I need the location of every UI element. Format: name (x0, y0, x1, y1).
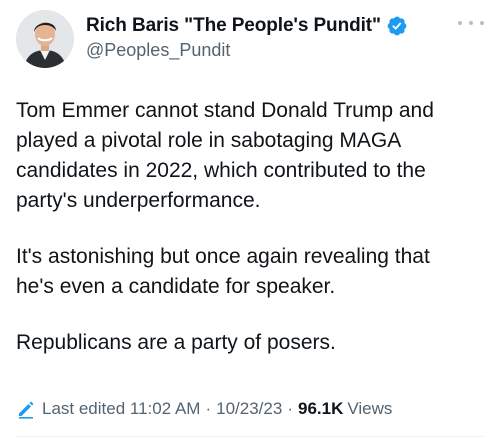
views-count[interactable]: 96.1K (298, 399, 343, 419)
text-line: Tom Emmer cannot stand Donald Trump and (16, 99, 434, 122)
avatar-portrait-icon (16, 10, 74, 68)
more-dot (469, 21, 473, 25)
text-line: Republicans are a party of posers. (16, 331, 336, 354)
text-line: he's even a candidate for speaker. (16, 275, 336, 298)
verified-badge-icon[interactable] (386, 15, 408, 37)
text-line: candidates in 2022, which contributed to… (16, 159, 426, 182)
avatar[interactable] (16, 10, 74, 68)
tweet-paragraph: Tom Emmer cannot stand Donald Trump and … (16, 96, 486, 216)
tweet-text: Tom Emmer cannot stand Donald Trump and … (16, 96, 486, 358)
tweet-card: Rich Baris "The People's Pundit" @People… (0, 0, 500, 438)
more-dot (458, 21, 462, 25)
tweet-paragraph: Republicans are a party of posers. (16, 328, 486, 358)
tweet-date[interactable]: 10/23/23 (216, 399, 282, 419)
pencil-icon[interactable] (16, 399, 36, 419)
display-name[interactable]: Rich Baris "The People's Pundit" (86, 15, 381, 37)
separator-dot: · (287, 399, 293, 418)
text-line: party's underperformance. (16, 189, 261, 212)
separator-dot: · (205, 399, 212, 418)
display-name-row: Rich Baris "The People's Pundit" (86, 14, 408, 38)
tweet-header: Rich Baris "The People's Pundit" @People… (16, 10, 484, 70)
more-dot (480, 21, 484, 25)
text-line: It's astonishing but once again revealin… (16, 245, 430, 268)
divider (16, 436, 484, 437)
views-label: Views (347, 399, 393, 418)
tweet-meta: Last edited 11:02 AM · 10/23/23 · 96.1K … (16, 397, 392, 421)
author-names: Rich Baris "The People's Pundit" @People… (86, 14, 408, 61)
last-edited-link[interactable]: Last edited 11:02 AM (42, 399, 200, 419)
tweet-paragraph: It's astonishing but once again revealin… (16, 242, 486, 302)
more-options-icon[interactable] (458, 16, 484, 30)
author-handle[interactable]: @Peoples_Pundit (86, 40, 408, 61)
text-line: played a pivotal role in sabotaging MAGA (16, 129, 402, 152)
